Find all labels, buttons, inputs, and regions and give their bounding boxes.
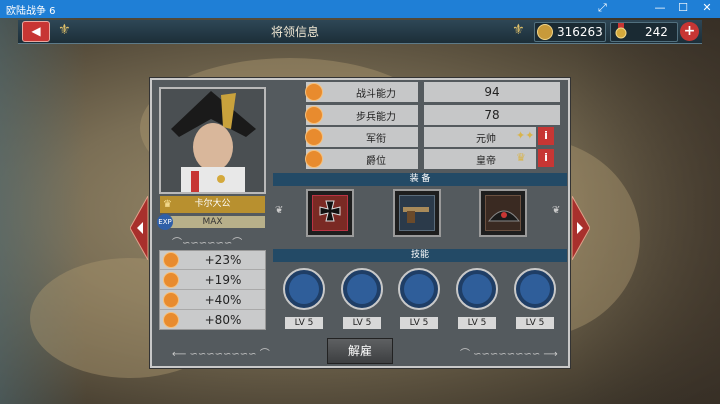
title-info-button[interactable]: i: [538, 149, 554, 167]
previous-general-arrow[interactable]: [130, 196, 148, 260]
skill-line-infantry-icon[interactable]: [398, 268, 440, 310]
medal-value: 242: [645, 25, 668, 39]
skill-level: LV 5: [458, 317, 496, 329]
sword-icon: [305, 83, 323, 101]
stat-row-infantry: 步兵能力 78: [306, 105, 560, 125]
emperor-crown-icon: ♛: [516, 151, 526, 164]
fleur-de-lis-icon: ⚜: [512, 22, 525, 38]
equipment-slot-medal[interactable]: [306, 189, 354, 237]
back-button[interactable]: ◀: [22, 21, 50, 42]
stat-label: 步兵能力: [356, 112, 396, 123]
skill-infantry-icon[interactable]: [283, 268, 325, 310]
crown-icon: ♛: [163, 199, 172, 210]
skill-officer-icon[interactable]: [456, 268, 498, 310]
add-currency-button[interactable]: +: [680, 22, 699, 41]
page-title: 将领信息: [270, 25, 319, 39]
list-item: +19%: [160, 271, 265, 290]
rank-info-button[interactable]: i: [538, 127, 554, 145]
bonus-value: +23%: [204, 253, 242, 267]
stat-row-combat: 战斗能力 94: [306, 82, 560, 102]
morale-bonus-icon: [163, 312, 179, 328]
list-item: +23%: [160, 251, 265, 270]
medal-icon: [615, 23, 627, 39]
health-bonus-icon: [163, 292, 179, 308]
marshal-insignia-icon: ✦✦: [516, 129, 535, 142]
skill-fortification-icon[interactable]: [514, 268, 556, 310]
defense-bonus-icon: [163, 272, 179, 288]
xp-bar: MAX: [160, 216, 265, 228]
bonus-value: +80%: [204, 313, 242, 327]
ornament-icon: ❦: [275, 205, 284, 216]
equipment-slot-hat[interactable]: [479, 189, 527, 237]
xp-value: MAX: [202, 217, 223, 227]
bicorne-hat-icon: [487, 210, 521, 222]
skills-header: 技能: [273, 249, 567, 262]
skill-level: LV 5: [516, 317, 554, 329]
general-name-plate: ♛ 卡尔大公: [160, 196, 265, 213]
window-title: 欧陆战争 6: [6, 6, 56, 17]
bonus-value: +19%: [204, 273, 242, 287]
crown-icon: [305, 150, 323, 168]
stat-label: 军衔: [366, 134, 386, 145]
window-titlebar: 欧陆战争 6 ⤢ — ☐ ✕: [0, 0, 720, 18]
skill-level: LV 5: [285, 317, 323, 329]
rank-icon: [305, 128, 323, 146]
general-portrait: [159, 87, 266, 194]
list-item: +80%: [160, 311, 265, 330]
expand-icon[interactable]: ⤢: [598, 1, 607, 15]
stat-label: 爵位: [366, 156, 386, 167]
fleur-de-lis-icon: ⚜: [58, 22, 71, 38]
coin-value: 316263: [557, 25, 603, 39]
maximize-button[interactable]: ☐: [673, 1, 693, 14]
pistol-icon: [403, 207, 429, 223]
next-general-arrow[interactable]: [572, 196, 590, 260]
skill-level: LV 5: [343, 317, 381, 329]
ornament-icon: ❦: [552, 205, 561, 216]
bonus-list: +23% +19% +40% +80%: [159, 250, 266, 330]
equipment-slot-weapon[interactable]: [393, 189, 441, 237]
infantry-icon: [305, 106, 323, 124]
attack-bonus-icon: [163, 252, 179, 268]
dismiss-button[interactable]: 解雇: [327, 338, 393, 364]
list-item: +40%: [160, 291, 265, 310]
skill-level: LV 5: [400, 317, 438, 329]
skill-crossed-swords-icon[interactable]: [341, 268, 383, 310]
minimize-button[interactable]: —: [650, 1, 670, 14]
iron-cross-icon: [319, 200, 341, 222]
stat-value: 78: [484, 108, 500, 122]
general-name: 卡尔大公: [194, 199, 231, 209]
stat-value: 94: [484, 85, 500, 99]
coin-icon: [537, 24, 553, 40]
equipment-header: 装 备: [273, 173, 567, 186]
bonus-value: +40%: [204, 293, 242, 307]
scroll-ornament-icon: ⌒∽∽∽∽∽∽⌒: [172, 238, 243, 249]
close-button[interactable]: ✕: [697, 1, 717, 14]
scroll-ornament-icon: ⌒ ∽∽∽∽∽∽∽∽ ⟶: [460, 349, 558, 360]
stat-label: 战斗能力: [356, 89, 396, 100]
xp-badge: EXP: [157, 214, 173, 230]
scroll-ornament-icon: ⟵ ∽∽∽∽∽∽∽∽ ⌒: [172, 349, 270, 360]
